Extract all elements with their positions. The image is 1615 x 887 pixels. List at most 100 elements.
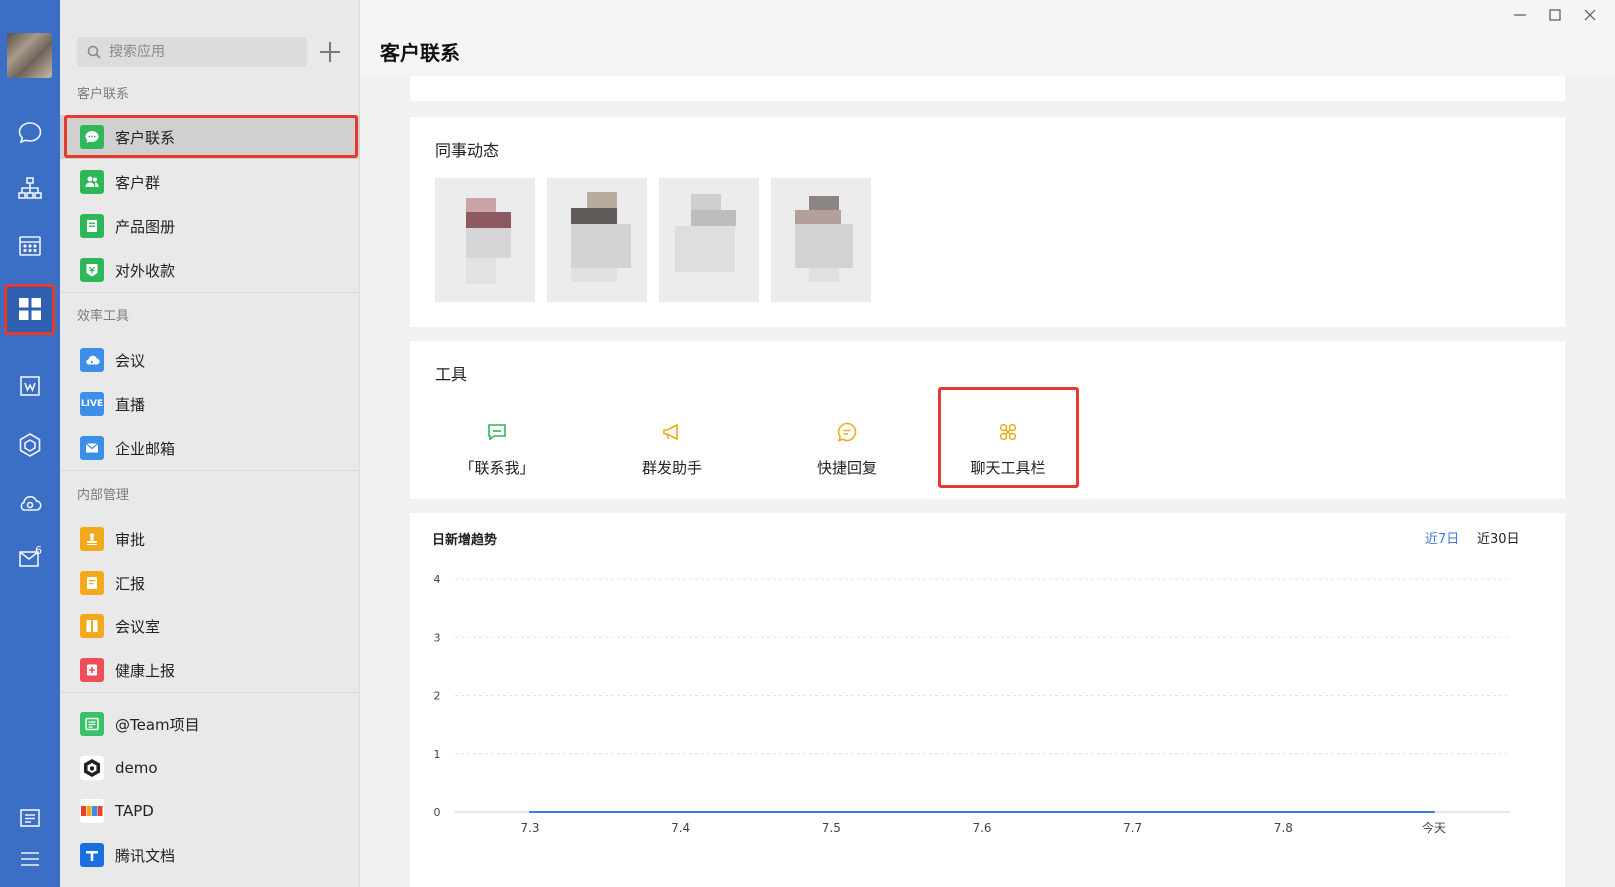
health-report-icon bbox=[80, 658, 104, 682]
add-app-icon[interactable] bbox=[318, 40, 342, 64]
tool-contact-me[interactable]: 「联系我」 bbox=[427, 401, 567, 501]
app-label: 直播 bbox=[115, 395, 146, 414]
tool-label: 聊天工具栏 bbox=[970, 459, 1046, 477]
app-item-external-payment[interactable]: 对外收款 bbox=[60, 248, 360, 292]
y-tick-label: 0 bbox=[434, 806, 441, 819]
data-point bbox=[1282, 811, 1285, 813]
app-label: 汇报 bbox=[115, 574, 146, 593]
data-point bbox=[981, 811, 983, 813]
app-label: 审批 bbox=[115, 530, 146, 549]
mail-icon[interactable] bbox=[12, 540, 48, 576]
menu-icon[interactable] bbox=[12, 841, 48, 877]
calendar-icon[interactable] bbox=[12, 228, 48, 264]
y-tick-label: 4 bbox=[434, 573, 441, 586]
documents-icon[interactable] bbox=[12, 368, 48, 404]
mail-icon bbox=[80, 436, 104, 460]
app-item-tapd[interactable]: TAPD bbox=[60, 789, 360, 833]
section-divider bbox=[60, 470, 360, 471]
app-label: 会议 bbox=[115, 351, 146, 370]
app-item-customer-group[interactable]: 客户群 bbox=[60, 160, 360, 204]
colleague-thumbnail[interactable] bbox=[659, 178, 759, 302]
trend-line-chart: 0 1 2 3 4 7.3 7.4 7.5 7.6 7.7 7.8 今天 bbox=[434, 573, 1510, 835]
app-item-enterprise-mail[interactable]: 企业邮箱 bbox=[60, 426, 360, 470]
x-tick-label: 今天 bbox=[1422, 820, 1446, 835]
app-item-meeting[interactable]: 会议 bbox=[60, 338, 360, 382]
app-label: @Team项目 bbox=[115, 715, 200, 734]
close-icon[interactable] bbox=[1581, 6, 1599, 24]
app-item-product-album[interactable]: 产品图册 bbox=[60, 204, 360, 248]
x-tick-label: 7.8 bbox=[1274, 821, 1293, 835]
live-icon: LIVE bbox=[80, 392, 104, 416]
product-album-icon bbox=[80, 214, 104, 238]
app-item-live[interactable]: LIVE 直播 bbox=[60, 382, 360, 426]
app-item-health-report[interactable]: 健康上报 bbox=[60, 648, 360, 692]
app-label: 产品图册 bbox=[115, 217, 176, 236]
user-avatar[interactable] bbox=[7, 33, 52, 78]
data-point bbox=[679, 811, 682, 813]
app-label: 健康上报 bbox=[115, 661, 176, 680]
section-title-internal: 内部管理 bbox=[77, 488, 130, 503]
colleague-thumbnail[interactable] bbox=[771, 178, 871, 302]
data-point bbox=[830, 811, 833, 813]
tool-chat-toolbar[interactable]: 聊天工具栏 bbox=[938, 401, 1078, 501]
y-tick-label: 3 bbox=[434, 631, 441, 644]
tencent-docs-icon bbox=[80, 843, 104, 867]
chat-toolbar-icon bbox=[995, 419, 1021, 445]
x-tick-label: 7.6 bbox=[972, 821, 991, 835]
team-project-icon bbox=[80, 712, 104, 736]
demo-logo-icon bbox=[80, 756, 104, 780]
app-item-team-project[interactable]: @Team项目 bbox=[60, 702, 360, 746]
x-tick-label: 7.5 bbox=[822, 821, 841, 835]
app-label: 对外收款 bbox=[115, 261, 176, 280]
app-search-input[interactable] bbox=[109, 44, 289, 60]
app-item-approval[interactable]: 审批 bbox=[60, 517, 360, 561]
report-icon bbox=[80, 571, 104, 595]
customer-group-icon bbox=[80, 170, 104, 194]
app-item-tencent-docs[interactable]: 腾讯文档 bbox=[60, 833, 360, 877]
app-label: 企业邮箱 bbox=[115, 439, 176, 458]
colleague-activity-title: 同事动态 bbox=[435, 141, 500, 160]
colleague-thumbnail[interactable] bbox=[547, 178, 647, 302]
app-item-meeting-room[interactable]: 会议室 bbox=[60, 604, 360, 648]
x-tick-label: 7.4 bbox=[671, 821, 690, 835]
notes-icon[interactable] bbox=[12, 800, 48, 836]
chat-bubble-icon bbox=[80, 125, 104, 149]
app-label: 腾讯文档 bbox=[115, 846, 176, 865]
section-title-customer: 客户联系 bbox=[77, 87, 130, 102]
tool-broadcast-assistant[interactable]: 群发助手 bbox=[602, 401, 742, 501]
meeting-room-icon bbox=[80, 614, 104, 638]
colleague-activity-card: 同事动态 bbox=[410, 117, 1565, 327]
app-label: 客户群 bbox=[115, 173, 161, 192]
approval-stamp-icon bbox=[80, 527, 104, 551]
hexagon-app-icon[interactable] bbox=[12, 427, 48, 463]
cloud-disk-icon[interactable] bbox=[12, 485, 48, 521]
data-point bbox=[1131, 811, 1134, 813]
meeting-cloud-icon bbox=[80, 348, 104, 372]
tools-title: 工具 bbox=[435, 365, 468, 384]
app-label: demo bbox=[115, 759, 158, 777]
app-list-panel: 客户联系 客户联系 客户群 产品图册 对外收款 效率工具 会议 LIVE 直播 bbox=[60, 0, 360, 887]
tool-quick-reply[interactable]: 快捷回复 bbox=[777, 401, 917, 501]
range-7-days[interactable]: 近7日 bbox=[1425, 528, 1459, 547]
maximize-icon[interactable] bbox=[1546, 6, 1564, 24]
app-item-demo[interactable]: demo bbox=[60, 746, 360, 790]
workbench-grid-icon[interactable] bbox=[12, 291, 48, 327]
main-content: 客户联系 同事动态 工具 「联系我」 群发助手 快捷回复 聊天工具栏 日新增趋势… bbox=[360, 0, 1615, 887]
range-30-days[interactable]: 近30日 bbox=[1477, 528, 1520, 547]
y-tick-label: 1 bbox=[434, 748, 441, 761]
mail-unread-count: 6 bbox=[35, 544, 42, 557]
app-search-box[interactable] bbox=[77, 37, 307, 67]
section-title-efficiency: 效率工具 bbox=[77, 309, 130, 324]
tapd-logo-icon bbox=[80, 799, 104, 823]
app-item-customer-contact[interactable]: 客户联系 bbox=[60, 115, 360, 159]
contacts-org-icon[interactable] bbox=[12, 170, 48, 206]
minimize-icon[interactable] bbox=[1511, 6, 1529, 24]
app-item-report[interactable]: 汇报 bbox=[60, 561, 360, 605]
messages-icon[interactable] bbox=[12, 115, 48, 151]
colleague-thumbnail[interactable] bbox=[435, 178, 535, 302]
app-label: TAPD bbox=[115, 802, 154, 820]
title-bar: 客户联系 bbox=[360, 0, 1615, 76]
nav-rail: 6 bbox=[0, 0, 60, 887]
data-point bbox=[529, 811, 531, 813]
data-point bbox=[1433, 811, 1435, 813]
